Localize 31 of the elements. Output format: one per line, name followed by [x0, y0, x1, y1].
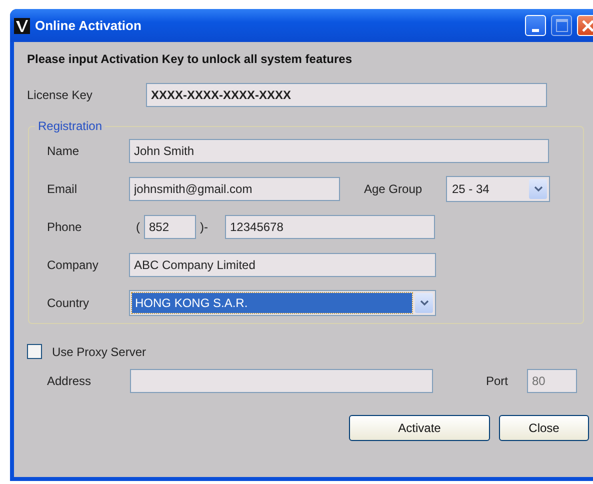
parenthesis-text: ( — [136, 220, 141, 234]
field-label: Name — [47, 144, 80, 158]
checkbox[interactable] — [27, 344, 42, 359]
field-label: Age Group — [364, 182, 424, 196]
field-label: Address — [47, 374, 92, 388]
minimize-button[interactable] — [525, 15, 546, 36]
maximize-button[interactable] — [551, 15, 572, 36]
license-key-field[interactable]: XXXX-XXXX-XXXX-XXXX — [146, 83, 547, 107]
activate-button[interactable]: Activate — [349, 415, 490, 441]
separator-text: )- — [199, 220, 209, 234]
close-button[interactable]: Close — [499, 415, 589, 441]
area-code-field[interactable]: 852 — [144, 215, 196, 239]
v-icon — [14, 18, 30, 34]
checkbox-label[interactable]: Use Proxy Server — [52, 344, 146, 358]
country-dropdown[interactable]: HONG KONG S.A.R. — [129, 290, 436, 316]
email-field[interactable]: johnsmith@gmail.com — [129, 177, 340, 201]
age-group-dropdown[interactable]: 25 - 34 — [446, 176, 550, 202]
name-field[interactable]: John Smith — [129, 139, 549, 163]
phone-number-field[interactable]: 12345678 — [225, 215, 435, 239]
field-label: Phone — [47, 220, 83, 234]
instruction-text: Please input Activation Key to unlock all system features — [27, 52, 353, 66]
field-label: Email — [47, 182, 78, 196]
field-label: License Key — [27, 88, 94, 102]
field-label: Country — [47, 296, 90, 310]
close-button[interactable] — [577, 15, 593, 36]
window-title: Online Activation — [35, 18, 142, 33]
address-field[interactable] — [130, 369, 433, 393]
field-label: Port — [486, 374, 510, 388]
field-label: Company — [47, 258, 100, 272]
group-title: Registration — [37, 119, 104, 133]
company-field[interactable]: ABC Company Limited — [129, 253, 436, 277]
